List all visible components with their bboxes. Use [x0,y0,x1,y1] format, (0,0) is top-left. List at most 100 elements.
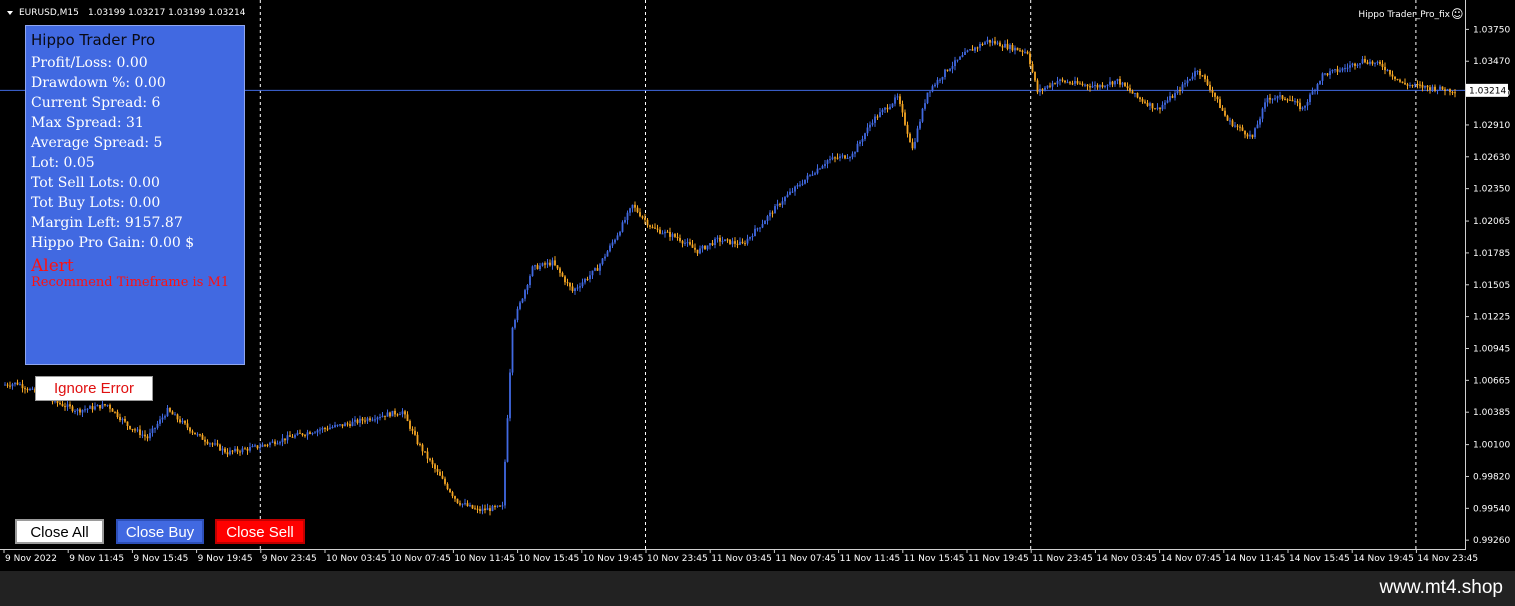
candle-body [284,438,286,441]
x-tick-label: 14 Nov 07:45 [1161,554,1222,564]
candle-body [634,204,636,208]
candle-body [1241,127,1244,131]
candle-body [1284,98,1286,100]
candle-body [1006,43,1009,49]
y-tick-label: 1.03750 [1473,25,1510,35]
candle-body [1306,102,1309,106]
candle-body [1351,63,1354,66]
candle-body [749,236,751,239]
candle-body [954,60,956,67]
candle-body [571,286,574,292]
candle-body [961,55,964,57]
candle-body [494,506,496,508]
candle-body [24,388,26,390]
candle-body [681,241,684,244]
candle-body [811,174,814,176]
candle-body [231,450,234,452]
candle-body [976,47,979,49]
candle-body [119,417,121,421]
candle-body [1034,72,1036,81]
candle-body [649,225,651,227]
x-tick-label: 10 Nov 07:45 [390,554,451,564]
candle-body [1409,85,1411,87]
candle-body [1146,102,1149,106]
smiley-icon[interactable]: ☺ [1451,7,1464,21]
candle-body [979,43,981,48]
candle-body [1194,71,1196,77]
candle-body [274,441,276,445]
candle-body [729,239,731,245]
candle-body [546,262,549,265]
candle-body [441,475,444,479]
candle-body [1001,46,1004,48]
candle-body [121,418,124,421]
candle-body [569,282,571,287]
candle-body [1446,89,1449,91]
candle-body [1271,98,1274,100]
candle-body [456,498,459,504]
candle-body [461,503,464,505]
candle-body [406,414,409,422]
candle-body [1249,134,1251,137]
candle-body [1044,87,1046,90]
close-sell-button[interactable]: Close Sell [215,519,305,544]
candle-body [256,445,259,449]
candle-body [241,448,244,453]
candle-body [576,287,579,289]
candle-body [471,505,474,509]
ignore-error-button[interactable]: Ignore Error [35,376,153,401]
candle-body [1189,78,1191,81]
candle-body [116,411,119,418]
candle-body [756,228,759,230]
candle-body [899,96,901,104]
candle-body [916,128,919,142]
candle-body [731,241,734,245]
candle-body [736,243,739,245]
candle-body [16,382,19,385]
close-buy-button[interactable]: Close Buy [116,519,204,544]
candle-body [74,410,76,412]
candle-body [694,247,696,250]
candle-body [1444,89,1446,91]
candle-body [1331,69,1334,72]
candle-body [1156,107,1159,109]
candle-body [624,220,626,223]
x-tick-label: 11 Nov 03:45 [711,554,772,564]
max-spread-line: Max Spread: 31 [31,115,144,131]
candle-body [1336,69,1339,72]
candle-body [69,404,71,407]
indicator-name: Hippo Trader_Pro_fix [1358,10,1450,20]
y-tick-label: 1.01785 [1473,249,1510,259]
candle-body [629,208,631,213]
candle-body [1111,81,1114,85]
candle-body [846,157,849,159]
close-all-button[interactable]: Close All [15,519,104,544]
x-tick-label: 10 Nov 11:45 [454,554,515,564]
candle-body [599,264,601,271]
candle-body [776,203,779,207]
candle-body [744,243,746,245]
candle-body [531,266,534,277]
candle-body [1424,85,1426,88]
y-tick-label: 0.99540 [1473,504,1510,514]
candle-body [889,106,891,110]
candle-body [524,290,526,299]
candle-body [716,237,719,239]
candle-body [1206,79,1209,85]
candle-body [1344,68,1346,70]
candle-body [61,404,64,407]
candle-body [86,408,89,410]
candle-body [791,191,794,193]
candle-body [901,103,904,113]
candle-body [1154,108,1156,110]
ohlc-values: 1.03199 1.03217 1.03199 1.03214 [88,8,246,18]
candle-body [724,239,726,242]
candle-body [371,419,374,421]
candle-body [434,464,436,469]
candle-body [514,319,516,328]
candle-body [884,107,886,110]
candle-body [1329,71,1331,76]
candle-body [809,174,811,176]
candle-body [969,49,971,51]
candle-body [816,168,819,174]
